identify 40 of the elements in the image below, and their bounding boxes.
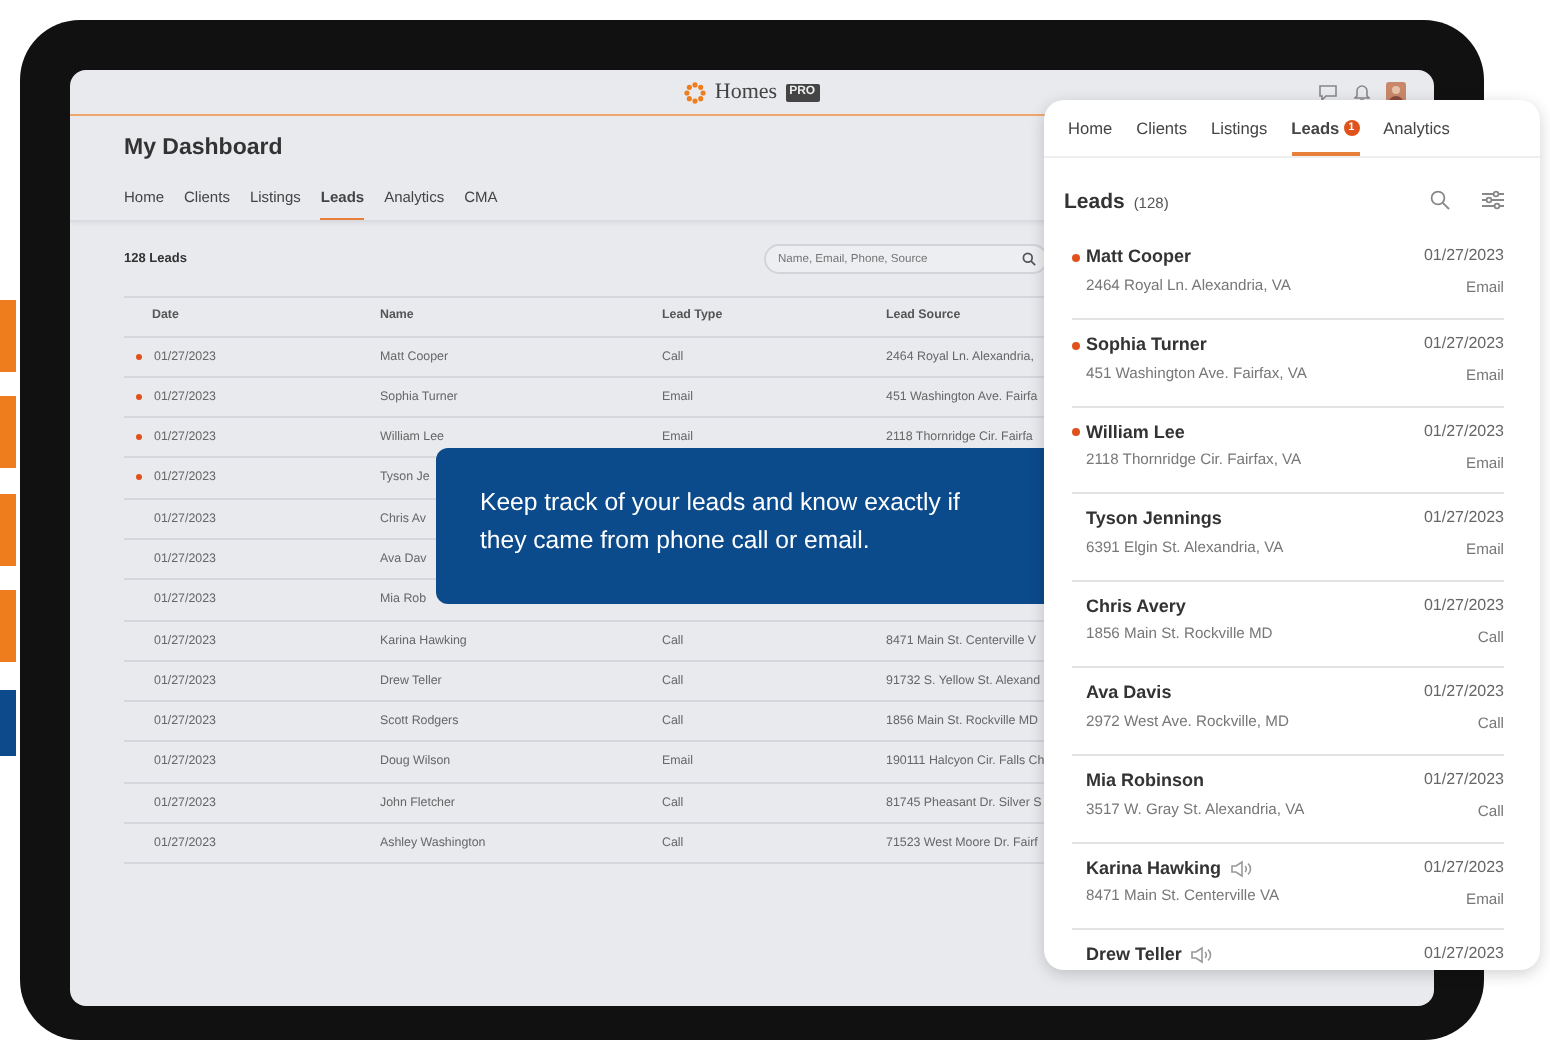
lead-date: 01/27/2023 <box>1423 768 1504 792</box>
page-title: My Dashboard <box>124 134 285 164</box>
nav-tab[interactable]: Clients <box>1136 100 1188 157</box>
lead-date: 01/27/2023 <box>1423 942 1504 967</box>
accent-bar <box>0 494 16 566</box>
lead-name[interactable]: William Lee <box>1086 419 1185 447</box>
search-icon[interactable] <box>1022 252 1036 266</box>
nav-tab[interactable]: Home <box>1068 100 1113 157</box>
lead-date: 01/27/2023 <box>1423 855 1504 880</box>
chat-icon[interactable] <box>1318 83 1338 101</box>
panel-title: Leads <box>1064 190 1125 215</box>
lead-date: 01/27/2023 <box>1423 593 1504 618</box>
speaker-icon[interactable] <box>1229 859 1252 878</box>
lead-name[interactable]: Sophia Turner <box>1086 332 1207 360</box>
accent-bar <box>0 690 16 756</box>
lead-name[interactable]: Chris Avery <box>1086 593 1186 621</box>
logo-text: Homes <box>714 77 778 108</box>
nav-tab[interactable]: Listings <box>1211 100 1268 157</box>
lead-name[interactable]: Tyson Jennings <box>1086 506 1222 534</box>
lead-date: 01/27/2023 <box>1423 244 1504 269</box>
lead-name[interactable]: Ava Davis <box>1086 680 1172 708</box>
filter-icon[interactable] <box>1482 190 1504 211</box>
accent-bar <box>0 590 16 662</box>
lead-date: 01/27/2023 <box>1423 680 1504 705</box>
lead-date: 01/27/2023 <box>1423 419 1504 444</box>
lead-date: 01/27/2023 <box>1423 506 1504 531</box>
accent-bar <box>0 396 16 468</box>
lead-date: 01/27/2023 <box>1423 332 1504 357</box>
search-icon[interactable] <box>1430 190 1450 211</box>
callout-text: Keep track of your leads and know exactly if they came from phone call or email. <box>480 486 962 558</box>
speaker-icon[interactable] <box>1189 946 1212 965</box>
lead-name[interactable]: Mia Robinson <box>1086 768 1204 795</box>
accent-bar <box>0 300 16 372</box>
logo-icon <box>684 81 707 103</box>
nav-tab[interactable]: Analytics <box>1383 100 1450 157</box>
lead-name[interactable]: Drew Teller <box>1086 942 1182 970</box>
lead-name[interactable]: Karina Hawking <box>1086 855 1222 883</box>
avatar-icon[interactable] <box>1386 82 1406 102</box>
lead-name[interactable]: Matt Cooper <box>1086 244 1191 272</box>
bell-icon[interactable] <box>1354 83 1370 101</box>
